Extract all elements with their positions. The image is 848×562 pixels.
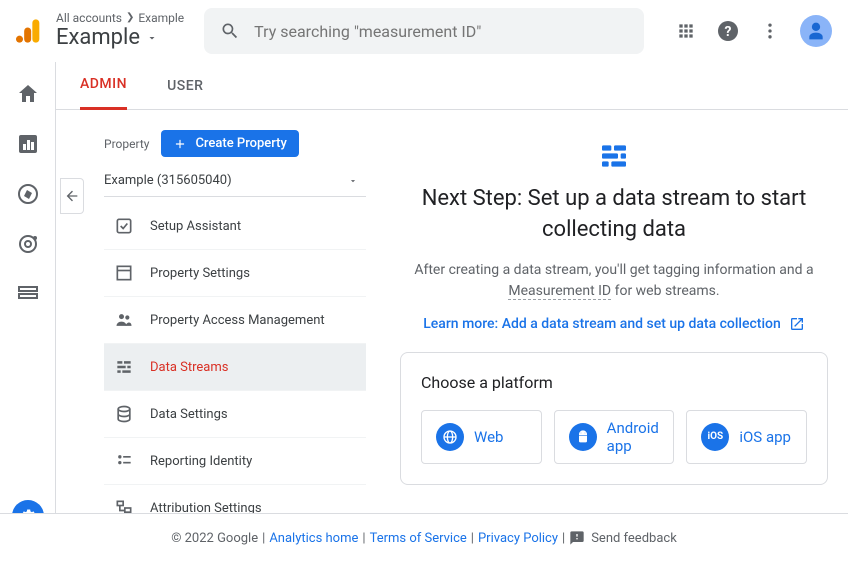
- back-button[interactable]: [60, 178, 84, 214]
- property-label: Property: [104, 137, 149, 151]
- svg-text:?: ?: [725, 24, 732, 40]
- search-bar[interactable]: [204, 8, 644, 54]
- learn-more-link[interactable]: Learn more: Add a data stream and set up…: [400, 316, 828, 332]
- tab-user[interactable]: USER: [167, 62, 203, 110]
- footer: © 2022 Google | Analytics home | Terms o…: [0, 513, 848, 562]
- platform-android-button[interactable]: Android app: [554, 410, 675, 464]
- search-icon: [220, 21, 240, 41]
- create-property-button[interactable]: Create Property: [161, 130, 298, 157]
- nav-advertising-icon[interactable]: [16, 232, 40, 256]
- android-icon: [569, 423, 597, 451]
- nav-configure-icon[interactable]: [16, 282, 40, 306]
- platform-ios-button[interactable]: iOSiOS app: [686, 410, 807, 464]
- caret-down-icon: [146, 32, 158, 44]
- chevron-right-icon: ❯: [126, 12, 134, 24]
- breadcrumb[interactable]: All accounts ❯ Example: [56, 11, 184, 25]
- property-selector[interactable]: Example (315605040): [104, 165, 366, 197]
- menu-setup-assistant[interactable]: Setup Assistant: [104, 203, 366, 250]
- apps-icon[interactable]: [674, 19, 698, 43]
- analytics-logo: [16, 17, 44, 45]
- globe-icon: [436, 423, 464, 451]
- feedback-icon: [569, 530, 585, 546]
- help-icon[interactable]: ?: [716, 19, 740, 43]
- data-stream-hero-icon: [400, 140, 828, 172]
- panel-heading: Next Step: Set up a data stream to start…: [400, 184, 828, 246]
- menu-data-settings[interactable]: Data Settings: [104, 391, 366, 438]
- menu-data-streams[interactable]: Data Streams: [104, 344, 366, 391]
- panel-body: After creating a data stream, you'll get…: [400, 260, 828, 302]
- platform-card: Choose a platform Web Android app iOSiOS…: [400, 352, 828, 485]
- footer-privacy[interactable]: Privacy Policy: [478, 531, 558, 546]
- nav-home-icon[interactable]: [16, 82, 40, 106]
- property-picker[interactable]: Example: [56, 25, 184, 51]
- platform-web-button[interactable]: Web: [421, 410, 542, 464]
- plus-icon: [173, 137, 187, 151]
- caret-down-icon: [348, 176, 358, 186]
- send-feedback-button[interactable]: Send feedback: [569, 530, 677, 546]
- nav-explore-icon[interactable]: [16, 182, 40, 206]
- menu-property-access[interactable]: Property Access Management: [104, 297, 366, 344]
- menu-reporting-identity[interactable]: Reporting Identity: [104, 438, 366, 485]
- more-vert-icon[interactable]: [758, 19, 782, 43]
- account-avatar[interactable]: [800, 15, 832, 47]
- ios-icon: iOS: [701, 423, 729, 451]
- tab-admin[interactable]: ADMIN: [80, 62, 127, 110]
- nav-reports-icon[interactable]: [16, 132, 40, 156]
- menu-property-settings[interactable]: Property Settings: [104, 250, 366, 297]
- footer-analytics-home[interactable]: Analytics home: [269, 531, 358, 546]
- open-in-new-icon: [789, 316, 805, 332]
- choose-platform-label: Choose a platform: [421, 373, 807, 392]
- search-input[interactable]: [254, 22, 628, 41]
- footer-tos[interactable]: Terms of Service: [370, 531, 467, 546]
- menu-attribution-settings[interactable]: Attribution Settings: [104, 485, 366, 513]
